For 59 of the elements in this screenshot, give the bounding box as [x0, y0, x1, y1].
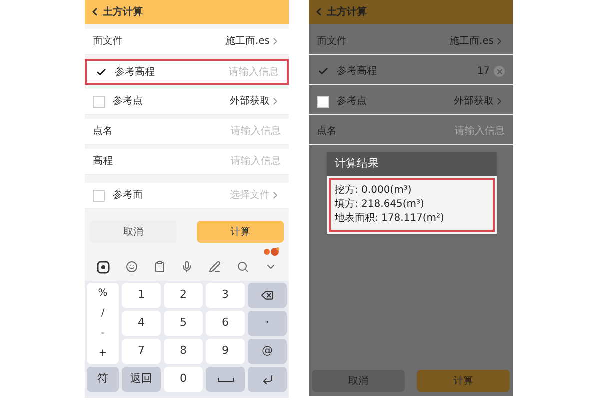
- backspace-key[interactable]: [248, 283, 287, 308]
- checkbox[interactable]: [317, 66, 329, 78]
- result-line: 地表面积: 178.117(m²): [335, 212, 446, 226]
- backspace-icon: [261, 289, 274, 302]
- keyboard-key[interactable]: 6: [206, 311, 245, 336]
- enter-icon: [262, 374, 274, 386]
- field-label: 面文件: [93, 34, 123, 49]
- field-label: 参考高程: [115, 66, 155, 80]
- keyboard-key[interactable]: ·: [248, 311, 287, 336]
- checkbox[interactable]: [93, 190, 105, 202]
- checkbox[interactable]: [95, 66, 107, 78]
- mascot-icon: [263, 247, 281, 256]
- keyboard-key[interactable]: 8: [164, 339, 203, 364]
- keyboard-key[interactable]: 4: [122, 311, 161, 336]
- space-key[interactable]: [206, 367, 245, 392]
- keyboard-key[interactable]: 1: [122, 283, 161, 308]
- header-title: 土方计算: [103, 5, 143, 20]
- symbol-key[interactable]: /: [101, 306, 105, 321]
- keyboard-logo-icon[interactable]: [96, 260, 110, 274]
- keyboard-key[interactable]: 0: [164, 367, 203, 392]
- field-label: 点名: [93, 124, 113, 139]
- dialog-title: 计算结果: [327, 152, 497, 176]
- field-label: 点名: [317, 124, 337, 139]
- keyboard-key[interactable]: 2: [164, 283, 203, 308]
- field-value: 施工面.es: [225, 34, 270, 49]
- keyboard-key[interactable]: 9: [206, 339, 245, 364]
- field-value: 外部获取: [230, 94, 270, 109]
- keyboard-key[interactable]: 符: [87, 367, 119, 392]
- microphone-icon[interactable]: [181, 261, 194, 273]
- field-value: 外部获取: [454, 94, 494, 109]
- search-icon[interactable]: [237, 261, 250, 273]
- cancel-button[interactable]: 取消: [90, 221, 177, 243]
- result-line: 填方: 218.645(m³): [335, 198, 426, 212]
- keyboard-key[interactable]: 7: [122, 339, 161, 364]
- symbol-key[interactable]: +: [98, 346, 108, 362]
- clipboard-icon[interactable]: [154, 261, 166, 273]
- header-title: 土方计算: [327, 5, 367, 20]
- result-line: 挖方: 0.000(m³): [335, 184, 413, 198]
- keyboard-key[interactable]: 返回: [122, 367, 161, 392]
- enter-key[interactable]: [248, 367, 287, 392]
- checkbox[interactable]: [93, 96, 105, 108]
- keyboard-key[interactable]: 3: [206, 283, 245, 308]
- field-label: 参考高程: [337, 64, 377, 79]
- symbol-key[interactable]: -: [101, 326, 105, 342]
- symbol-key[interactable]: %: [98, 286, 108, 301]
- calculate-button[interactable]: 计算: [197, 221, 284, 243]
- field-value: 17: [477, 65, 490, 79]
- space-icon: [218, 378, 234, 382]
- field-label: 高程: [93, 154, 113, 169]
- handwriting-icon[interactable]: [209, 261, 222, 273]
- emoji-icon[interactable]: [126, 261, 138, 273]
- field-label: 参考点: [113, 94, 143, 109]
- field-label: 面文件: [317, 34, 347, 49]
- checkbox[interactable]: [317, 96, 329, 108]
- field-label: 参考面: [113, 188, 143, 203]
- field-value: 施工面.es: [449, 34, 494, 49]
- keyboard-key[interactable]: 5: [164, 311, 203, 336]
- field-label: 参考点: [337, 94, 367, 109]
- keyboard-key[interactable]: @: [248, 339, 287, 364]
